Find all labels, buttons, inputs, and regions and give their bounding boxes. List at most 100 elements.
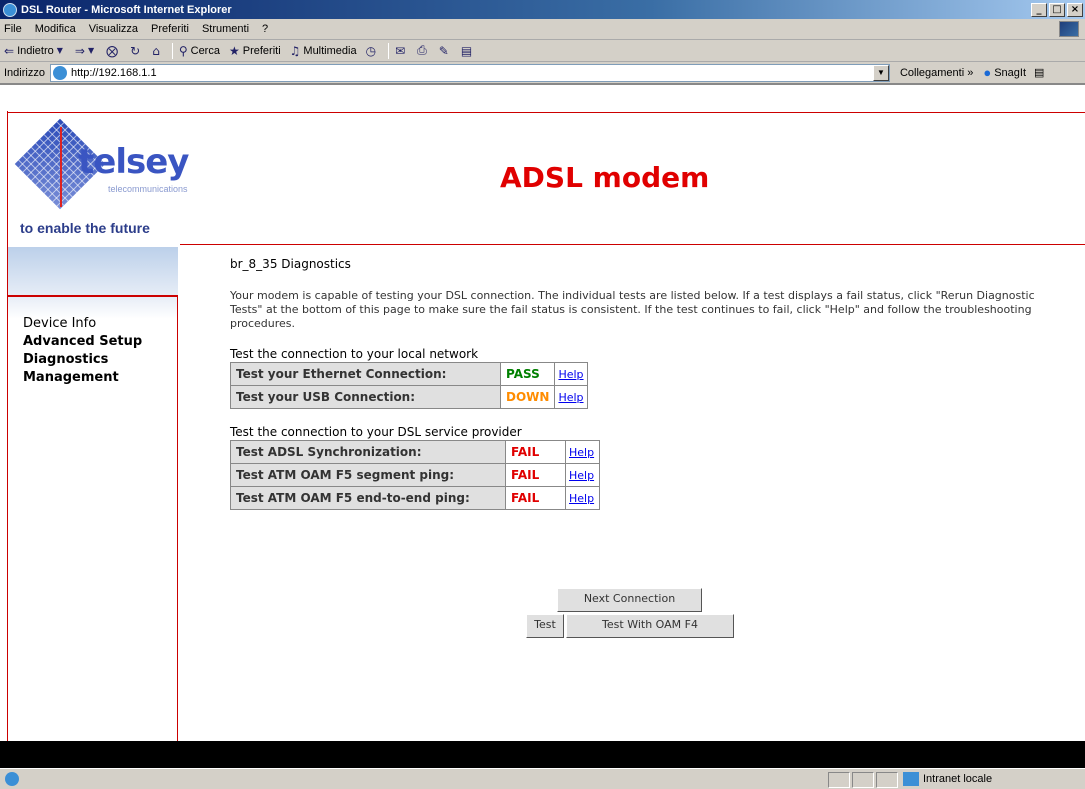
stop-icon: ⨂ bbox=[106, 43, 119, 58]
favorites-button[interactable]: ★ Preferiti bbox=[229, 44, 281, 58]
local-network-section-title: Test the connection to your local networ… bbox=[230, 347, 479, 361]
refresh-button[interactable]: ↻ bbox=[130, 44, 143, 58]
multimedia-button[interactable]: ♫ Multimedia bbox=[290, 44, 357, 58]
discuss-button[interactable]: ▤ bbox=[461, 44, 475, 58]
back-arrow-icon: ⇐ bbox=[4, 43, 15, 58]
chevron-down-icon: ▼ bbox=[87, 46, 95, 55]
menu-strumenti[interactable]: Strumenti bbox=[202, 23, 249, 35]
maximize-button[interactable]: □ bbox=[1049, 2, 1065, 17]
help-link[interactable]: Help bbox=[569, 492, 594, 505]
status-panel bbox=[876, 772, 898, 788]
menu-modifica[interactable]: Modifica bbox=[35, 23, 76, 35]
status-panel bbox=[852, 772, 874, 788]
address-bar: Indirizzo http://192.168.1.1 ▼ Collegame… bbox=[0, 62, 1085, 85]
page-content: telsey telecommunications to enable the … bbox=[0, 87, 1085, 741]
menu-preferiti[interactable]: Preferiti bbox=[151, 23, 189, 35]
help-cell: Help bbox=[565, 486, 600, 510]
forward-button[interactable]: ⇒ ▼ bbox=[75, 44, 97, 58]
table-row: Test ATM OAM F5 end-to-end ping: FAIL He… bbox=[230, 486, 600, 510]
links-button[interactable]: Collegamenti » bbox=[900, 67, 973, 79]
menu-help[interactable]: ? bbox=[262, 23, 268, 35]
minimize-button[interactable]: _ bbox=[1031, 2, 1047, 17]
favorites-label: Preferiti bbox=[242, 44, 281, 57]
help-cell: Help bbox=[554, 362, 588, 386]
taskbar-strip bbox=[0, 741, 1085, 768]
divider bbox=[8, 295, 178, 297]
help-link[interactable]: Help bbox=[558, 368, 583, 381]
menu-visualizza[interactable]: Visualizza bbox=[89, 23, 138, 35]
dsl-provider-table: Test ADSL Synchronization: FAIL Help Tes… bbox=[230, 440, 600, 510]
menu-file[interactable]: File bbox=[4, 23, 22, 35]
security-zone: Intranet locale bbox=[903, 772, 992, 786]
diagnostics-heading: br_8_35 Diagnostics bbox=[230, 257, 351, 271]
chevron-right-icon: » bbox=[967, 66, 974, 79]
refresh-icon: ↻ bbox=[130, 43, 141, 58]
multimedia-label: Multimedia bbox=[303, 44, 357, 57]
tagline: to enable the future bbox=[20, 220, 150, 236]
status-bar: Intranet locale bbox=[0, 768, 1085, 789]
address-dropdown-button[interactable]: ▼ bbox=[872, 64, 889, 81]
toolbar-divider bbox=[388, 42, 390, 59]
mail-icon: ✉ bbox=[395, 43, 406, 58]
chevron-down-icon: ▼ bbox=[56, 46, 63, 55]
help-link[interactable]: Help bbox=[569, 446, 594, 459]
discuss-icon: ▤ bbox=[460, 43, 473, 58]
status-badge: FAIL bbox=[505, 463, 566, 487]
page-icon bbox=[5, 772, 19, 786]
toolbar: ⇐ Indietro ▼ ⇒ ▼ ⨂ ↻ ⌂ ⚲ Cerca ★ Preferi… bbox=[0, 40, 1085, 62]
decorative-banner bbox=[8, 247, 178, 319]
stop-button[interactable]: ⨂ bbox=[106, 44, 121, 58]
help-link[interactable]: Help bbox=[558, 391, 583, 404]
address-url: http://192.168.1.1 bbox=[70, 66, 157, 79]
snagit-label: SnagIt bbox=[994, 66, 1027, 79]
edit-icon: ✎ bbox=[438, 43, 449, 58]
intro-text: Your modem is capable of testing your DS… bbox=[230, 289, 1035, 330]
sidebar-item-advanced-setup[interactable]: Advanced Setup bbox=[23, 334, 142, 349]
status-panel bbox=[828, 772, 850, 788]
table-row: Test your Ethernet Connection: PASS Help bbox=[230, 362, 588, 386]
snagit-button[interactable]: ● SnagIt ▤ bbox=[983, 65, 1044, 80]
window-titlebar: DSL Router - Microsoft Internet Explorer… bbox=[0, 0, 1085, 19]
address-label: Indirizzo bbox=[4, 66, 45, 79]
search-label: Cerca bbox=[190, 44, 220, 57]
mail-button[interactable]: ✉ bbox=[395, 44, 408, 58]
back-button[interactable]: ⇐ Indietro ▼ bbox=[4, 44, 66, 58]
multimedia-icon: ♫ bbox=[289, 43, 301, 58]
edit-button[interactable]: ✎ bbox=[439, 44, 452, 58]
search-button[interactable]: ⚲ Cerca bbox=[179, 44, 220, 58]
test-label: Test your Ethernet Connection: bbox=[230, 362, 501, 386]
status-badge: FAIL bbox=[505, 440, 566, 464]
test-button[interactable]: Test bbox=[526, 614, 564, 638]
next-connection-button[interactable]: Next Connection bbox=[557, 588, 702, 612]
table-row: Test ADSL Synchronization: FAIL Help bbox=[230, 440, 600, 464]
address-input[interactable]: http://192.168.1.1 ▼ bbox=[49, 63, 890, 82]
close-button[interactable]: × bbox=[1067, 2, 1083, 17]
test-label: Test ATM OAM F5 end-to-end ping: bbox=[230, 486, 506, 510]
window-title: DSL Router - Microsoft Internet Explorer bbox=[21, 3, 232, 16]
intranet-icon bbox=[903, 772, 919, 786]
divider bbox=[177, 295, 178, 741]
table-row: Test your USB Connection: DOWN Help bbox=[230, 385, 588, 409]
home-icon: ⌂ bbox=[152, 43, 160, 58]
zone-label: Intranet locale bbox=[923, 773, 993, 785]
back-label: Indietro bbox=[17, 44, 54, 57]
sidebar-item-management[interactable]: Management bbox=[23, 370, 142, 385]
help-link[interactable]: Help bbox=[569, 469, 594, 482]
home-button[interactable]: ⌂ bbox=[152, 44, 163, 58]
print-button[interactable]: ⎙ bbox=[417, 43, 430, 58]
status-badge: FAIL bbox=[505, 486, 566, 510]
sidebar-item-device-info[interactable]: Device Info bbox=[23, 316, 142, 331]
test-label: Test ADSL Synchronization: bbox=[230, 440, 506, 464]
history-button[interactable]: ◷ bbox=[366, 44, 379, 58]
help-cell: Help bbox=[565, 463, 600, 487]
sidebar-item-diagnostics[interactable]: Diagnostics bbox=[23, 352, 142, 367]
ie-icon bbox=[3, 2, 17, 17]
page-icon bbox=[52, 65, 67, 80]
status-badge: DOWN bbox=[499, 385, 556, 409]
status-badge: PASS bbox=[499, 362, 556, 386]
test-label: Test ATM OAM F5 segment ping: bbox=[230, 463, 506, 487]
star-icon: ★ bbox=[228, 43, 240, 58]
snagit-capture-icon[interactable]: ▤ bbox=[1034, 66, 1044, 79]
test-oam-f4-button[interactable]: Test With OAM F4 bbox=[566, 614, 734, 638]
telsey-logo: telsey telecommunications to enable the … bbox=[8, 112, 189, 319]
